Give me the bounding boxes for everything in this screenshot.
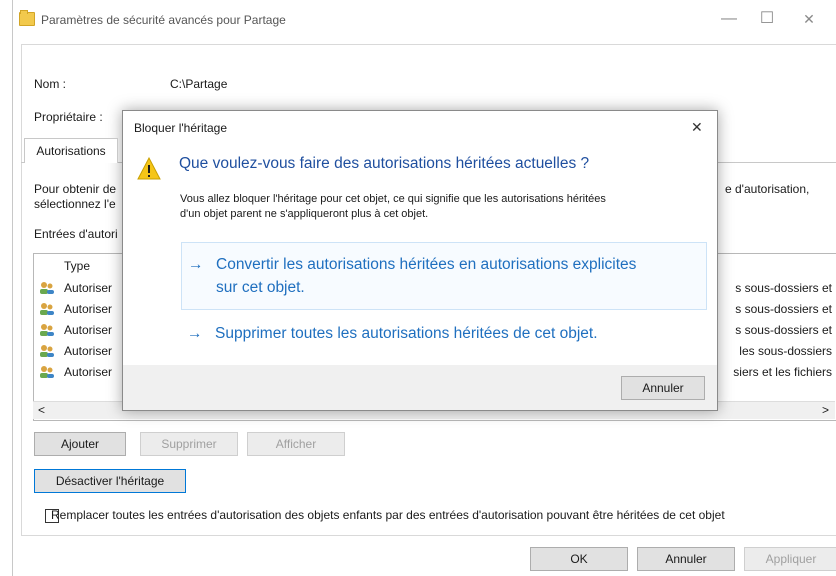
view-button[interactable]: Afficher (247, 432, 345, 456)
convert-option-line1: Convertir les autorisations héritées en … (216, 256, 637, 273)
row-type: Autoriser (64, 344, 113, 358)
remove-option-label: Supprimer toutes les autorisations hérit… (215, 325, 598, 342)
apply-button[interactable]: Appliquer (744, 547, 836, 571)
row-applies-to: s sous-dossiers et (735, 302, 832, 316)
dialog-body-line2: d'un objet parent ne s'appliqueront plus… (180, 208, 429, 220)
dialog-title: Bloquer l'héritage (134, 121, 228, 135)
folder-icon (19, 10, 35, 26)
convert-permissions-option[interactable]: → Convertir les autorisations héritées e… (181, 242, 707, 310)
row-type: Autoriser (64, 281, 113, 295)
close-button[interactable]: ✕ (789, 6, 829, 32)
convert-option-line2: sur cet objet. (216, 279, 305, 296)
disable-inheritance-button[interactable]: Désactiver l'héritage (34, 469, 186, 493)
cancel-button[interactable]: Annuler (637, 547, 735, 571)
owner-label: Propriétaire : (34, 110, 103, 124)
users-icon (40, 324, 54, 336)
row-type: Autoriser (64, 323, 113, 337)
scroll-left-button[interactable]: < (38, 403, 45, 417)
dialog-footer: Annuler (123, 365, 717, 410)
info-text-line1: Pour obtenir de (34, 182, 117, 196)
row-applies-to: les sous-dossiers (739, 344, 832, 358)
info-text-line1-right: e d'autorisation, (725, 182, 810, 196)
maximize-button[interactable]: ☐ (747, 6, 787, 32)
users-icon (40, 345, 54, 357)
row-type: Autoriser (64, 365, 113, 379)
name-value: C:\Partage (170, 77, 228, 91)
users-icon (40, 366, 54, 378)
scroll-right-button[interactable]: > (822, 403, 829, 417)
add-button[interactable]: Ajouter (34, 432, 126, 456)
title-bar: Paramètres de sécurité avancés pour Part… (13, 0, 836, 36)
info-text-line2: sélectionnez l'e (34, 197, 116, 211)
users-icon (40, 282, 54, 294)
users-icon (40, 303, 54, 315)
replace-child-permissions-label: Remplacer toutes les entrées d'autorisat… (51, 508, 725, 522)
row-type: Autoriser (64, 302, 113, 316)
dialog-body-line1: Vous allez bloquer l'héritage pour cet o… (180, 193, 606, 205)
dialog-cancel-button[interactable]: Annuler (621, 376, 705, 400)
remove-inherited-permissions-option[interactable]: → Supprimer toutes les autorisations hér… (181, 322, 705, 348)
name-label: Nom : (34, 77, 67, 91)
dialog-heading: Que voulez-vous faire des autorisations … (179, 155, 590, 172)
row-applies-to: s sous-dossiers et (735, 281, 832, 295)
arrow-right-icon: → (188, 256, 204, 273)
column-header-type[interactable]: Type (64, 259, 90, 273)
minimize-button[interactable]: — (709, 6, 749, 32)
dialog-close-button[interactable]: ✕ (691, 119, 703, 136)
row-applies-to: s sous-dossiers et (735, 323, 832, 337)
block-inheritance-dialog: Bloquer l'héritage ✕ Que voulez-vous fai… (122, 110, 718, 411)
warning-icon (137, 157, 161, 180)
arrow-right-icon: → (187, 325, 203, 342)
remove-button[interactable]: Supprimer (140, 432, 238, 456)
tab-permissions[interactable]: Autorisations (24, 138, 118, 163)
entries-label: Entrées d'autori (34, 227, 118, 241)
ok-button[interactable]: OK (530, 547, 628, 571)
window-title: Paramètres de sécurité avancés pour Part… (41, 13, 286, 27)
row-applies-to: siers et les fichiers (733, 365, 832, 379)
